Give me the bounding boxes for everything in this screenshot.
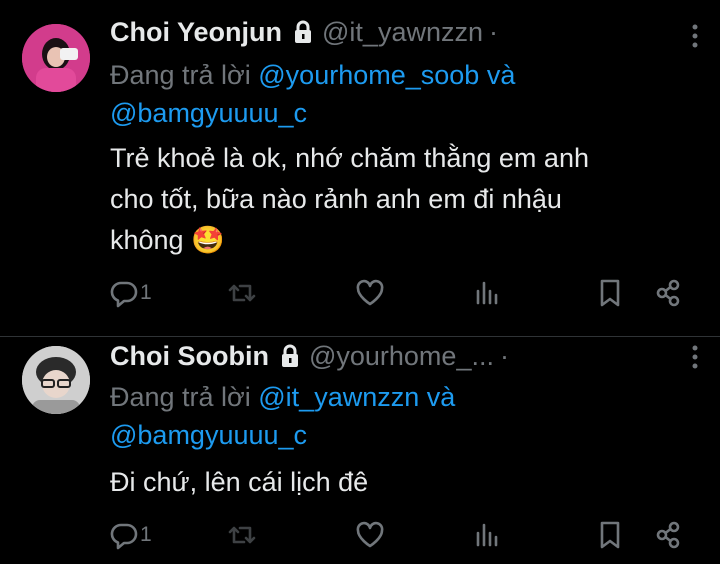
retweet-icon [228, 526, 256, 544]
like-icon [356, 279, 384, 306]
reply-count: 1 [140, 281, 152, 304]
mention-link[interactable]: @yourhome_soob [258, 60, 479, 90]
reply-icon [110, 523, 138, 550]
views-icon [476, 523, 498, 547]
reply-icon [110, 281, 138, 308]
bookmark-button[interactable] [594, 518, 626, 552]
views-button[interactable] [472, 518, 504, 552]
retweet-button[interactable] [226, 518, 258, 552]
replying-to: Đang trả lời @yourhome_soob và @bamgyuuu… [110, 56, 515, 132]
separator-dot: · [499, 340, 509, 371]
share-icon [656, 279, 680, 307]
mention-link[interactable]: @bamgyuuuu_c [110, 420, 307, 450]
reply-button[interactable]: 1 [108, 518, 152, 552]
avatar[interactable] [22, 24, 90, 92]
action-bar: 1 [108, 518, 698, 552]
bookmark-icon [600, 521, 620, 549]
reply-button[interactable]: 1 [108, 276, 152, 310]
replying-to: Đang trả lời @it_yawnzzn và @bamgyuuuu_c [110, 378, 455, 454]
tweet-text-line: Trẻ khoẻ là ok, nhớ chăm thằng em anh [110, 143, 589, 173]
tweet-text-end: không [110, 225, 184, 255]
tweet-text: Đi chứ, lên cái lịch đê [110, 462, 670, 503]
handle[interactable]: @it_yawnzzn [322, 17, 483, 48]
reply-count: 1 [140, 523, 152, 546]
bookmark-icon [600, 279, 620, 307]
lock-icon [292, 20, 314, 44]
like-button[interactable] [354, 276, 386, 310]
lock-icon [279, 344, 301, 368]
views-button[interactable] [472, 276, 504, 310]
tweet-text-line: Đi chứ, lên cái lịch đê [110, 467, 369, 497]
mention-link[interactable]: @bamgyuuuu_c [110, 98, 307, 128]
like-button[interactable] [354, 518, 386, 552]
display-name[interactable]: Choi Soobin [110, 341, 269, 372]
action-bar: 1 [108, 276, 698, 310]
share-icon [656, 521, 680, 549]
more-icon[interactable] [690, 344, 700, 370]
share-button[interactable] [652, 518, 684, 552]
bookmark-button[interactable] [594, 276, 626, 310]
reply-join: và [479, 60, 516, 90]
tweet[interactable]: Choi Yeonjun @it_yawnzzn · Đang trả lời … [0, 0, 720, 337]
retweet-icon [228, 284, 256, 302]
display-name[interactable]: Choi Yeonjun [110, 17, 282, 48]
tweet-text: Trẻ khoẻ là ok, nhớ chăm thằng em anh ch… [110, 138, 670, 261]
separator-dot: · [489, 16, 498, 47]
like-icon [356, 521, 384, 548]
avatar[interactable] [22, 346, 90, 414]
tweet-text-line-3: không 🤩 [110, 220, 670, 261]
more-icon[interactable] [690, 23, 700, 49]
share-button[interactable] [652, 276, 684, 310]
tweet-text-line: cho tốt, bữa nào rảnh anh em đi nhậu [110, 184, 562, 214]
views-icon [476, 281, 498, 305]
tweet[interactable]: Choi Soobin @yourhome_... · Đang trả lời… [0, 336, 720, 564]
reply-prefix: Đang trả lời [110, 60, 259, 90]
reply-join: và [419, 382, 456, 412]
mention-link[interactable]: @it_yawnzzn [258, 382, 419, 412]
retweet-button[interactable] [226, 276, 258, 310]
star-struck-emoji: 🤩 [191, 225, 225, 255]
reply-prefix: Đang trả lời [110, 382, 259, 412]
handle[interactable]: @yourhome_... [309, 341, 494, 372]
